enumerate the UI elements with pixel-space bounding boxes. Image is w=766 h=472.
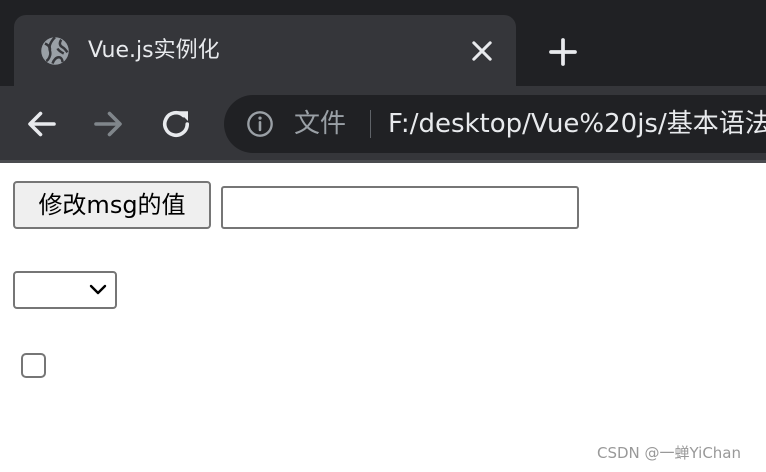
msg-input[interactable] (221, 186, 579, 229)
scheme-label: 文件 (294, 109, 347, 139)
tab-title: Vue.js实例化 (88, 38, 220, 63)
close-icon[interactable] (468, 37, 496, 65)
change-msg-button[interactable]: 修改msg的值 (13, 181, 211, 229)
tab-strip: Vue.js实例化 (0, 0, 766, 86)
arrow-left-icon[interactable] (24, 106, 60, 142)
chevron-down-icon (89, 284, 107, 295)
reload-icon[interactable] (158, 106, 194, 142)
globe-icon (41, 36, 69, 65)
tab-vue-instance[interactable]: Vue.js实例化 (14, 15, 516, 86)
select-dropdown[interactable] (13, 271, 117, 309)
url-text[interactable]: F:/desktop/Vue%20js/基本语法 (388, 107, 766, 141)
browser-toolbar: 文件 F:/desktop/Vue%20js/基本语法 (0, 86, 766, 163)
plus-icon[interactable] (547, 36, 579, 68)
arrow-right-icon[interactable] (90, 106, 126, 142)
address-bar[interactable]: 文件 F:/desktop/Vue%20js/基本语法 (224, 95, 766, 153)
page-content: 修改msg的值 CSDN @一蝉YiChan (0, 163, 766, 472)
checkbox[interactable] (21, 353, 46, 378)
omnibox-separator (370, 110, 371, 138)
browser-window: Vue.js实例化 文件 F:/desktop/Vue%20js/基本语法 修改… (0, 0, 766, 472)
info-icon[interactable] (246, 110, 274, 138)
watermark: CSDN @一蝉YiChan (597, 444, 742, 462)
